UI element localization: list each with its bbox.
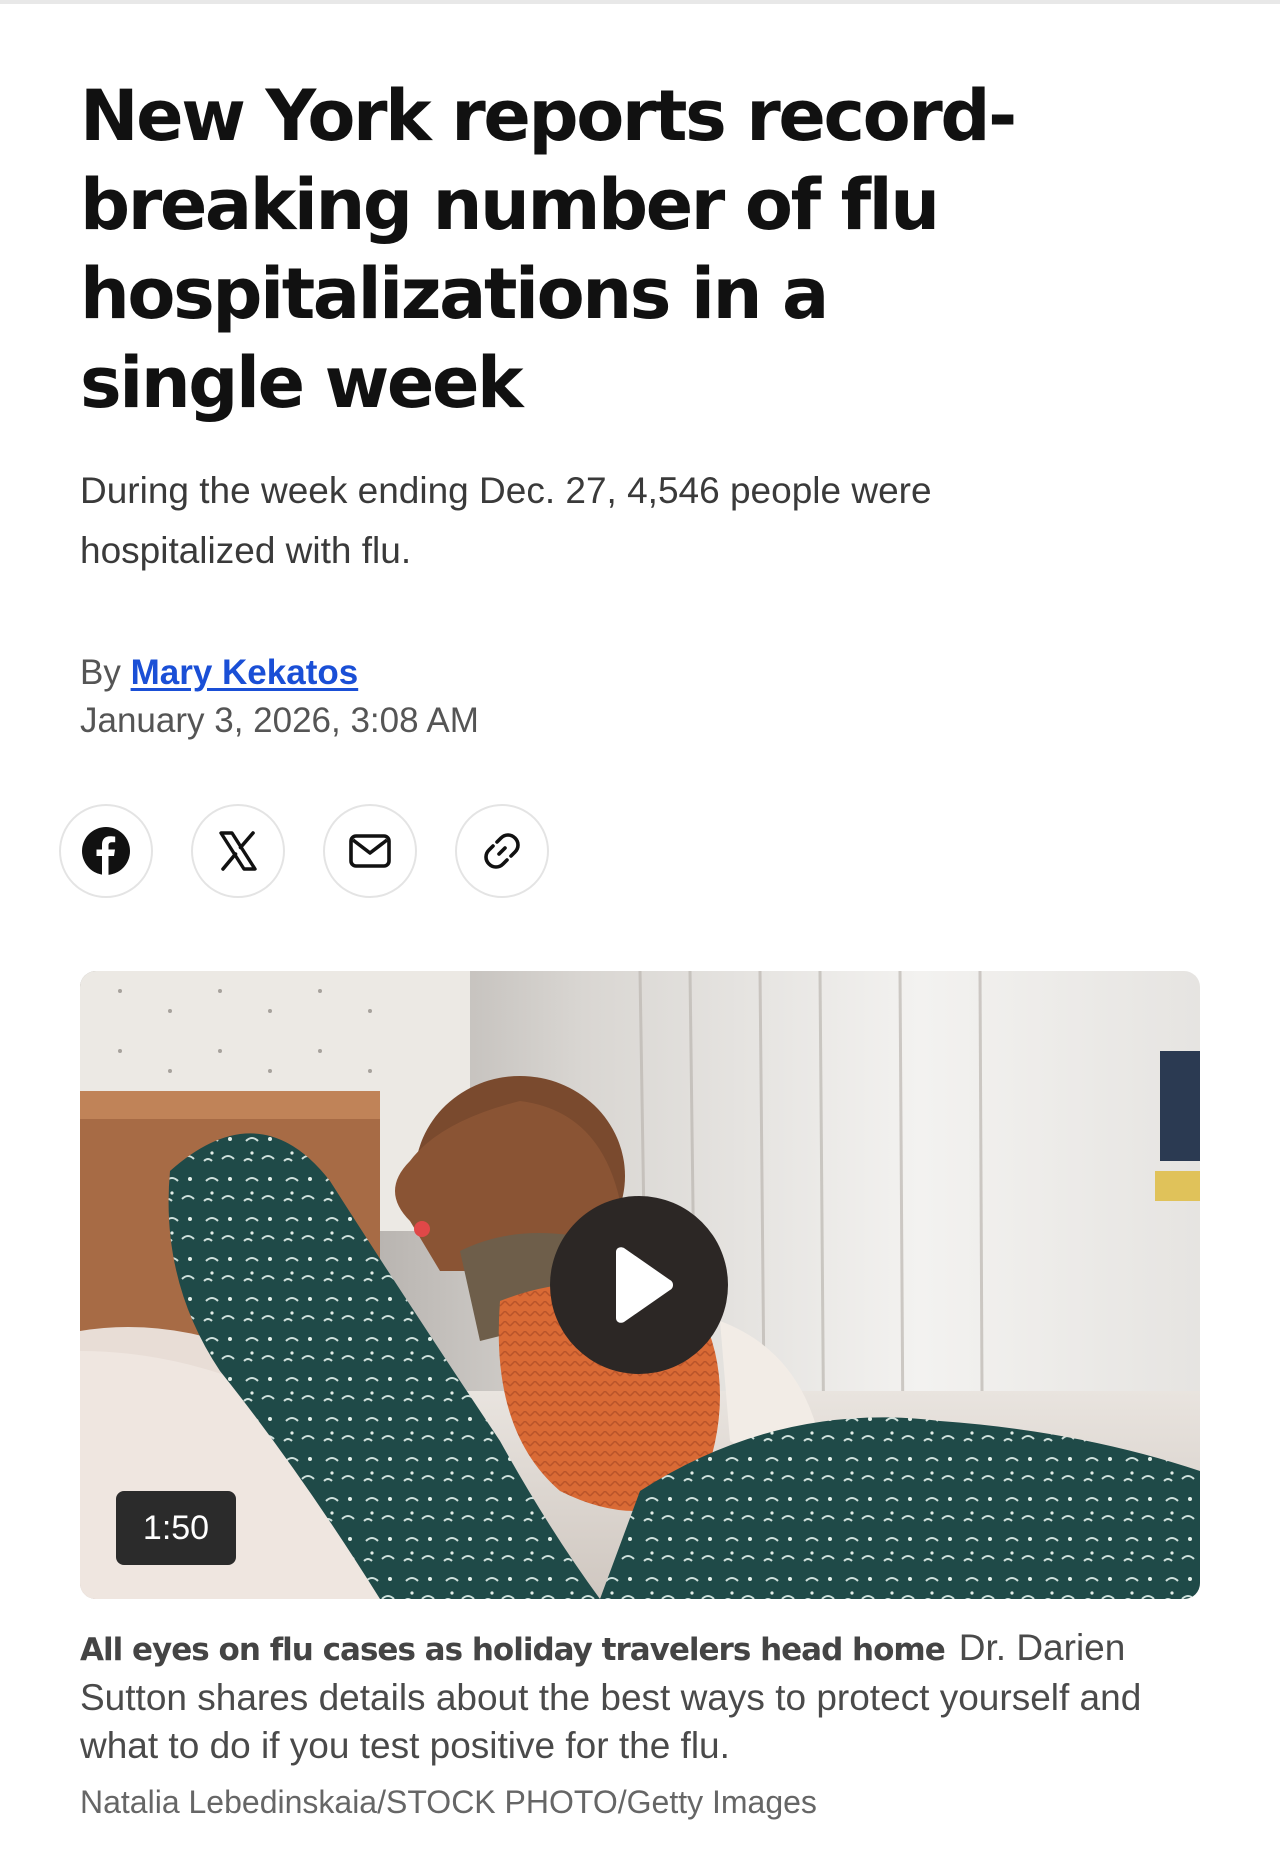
byline-prefix: By: [80, 653, 121, 692]
share-bar: [59, 804, 549, 898]
video-player[interactable]: 1:50: [80, 971, 1200, 1599]
top-divider: [0, 0, 1280, 4]
photo-credit: Natalia Lebedinskaia/STOCK PHOTO/Getty I…: [80, 1784, 817, 1820]
publish-timestamp: January 3, 2026, 3:08 AM: [80, 701, 479, 740]
byline: By Mary Kekatos: [80, 649, 1200, 697]
x-icon: [219, 831, 257, 871]
video-duration-badge: 1:50: [116, 1491, 236, 1565]
link-icon: [484, 833, 520, 869]
video-caption: All eyes on flu cases as holiday travele…: [80, 1624, 1210, 1770]
play-icon: [616, 1247, 673, 1323]
share-facebook-button[interactable]: [59, 804, 153, 898]
article-header: New York reports record-breaking number …: [80, 72, 1200, 745]
share-x-button[interactable]: [191, 804, 285, 898]
author-link[interactable]: Mary Kekatos: [131, 653, 359, 692]
facebook-icon: [82, 827, 130, 875]
headline: New York reports record-breaking number …: [80, 75, 1017, 424]
copy-link-button[interactable]: [455, 804, 549, 898]
play-button[interactable]: [550, 1196, 728, 1374]
share-email-button[interactable]: [323, 804, 417, 898]
mail-icon: [349, 834, 391, 868]
article-subheadline: During the week ending Dec. 27, 4,546 pe…: [80, 470, 932, 571]
video-caption-title: All eyes on flu cases as holiday travele…: [80, 1632, 946, 1668]
